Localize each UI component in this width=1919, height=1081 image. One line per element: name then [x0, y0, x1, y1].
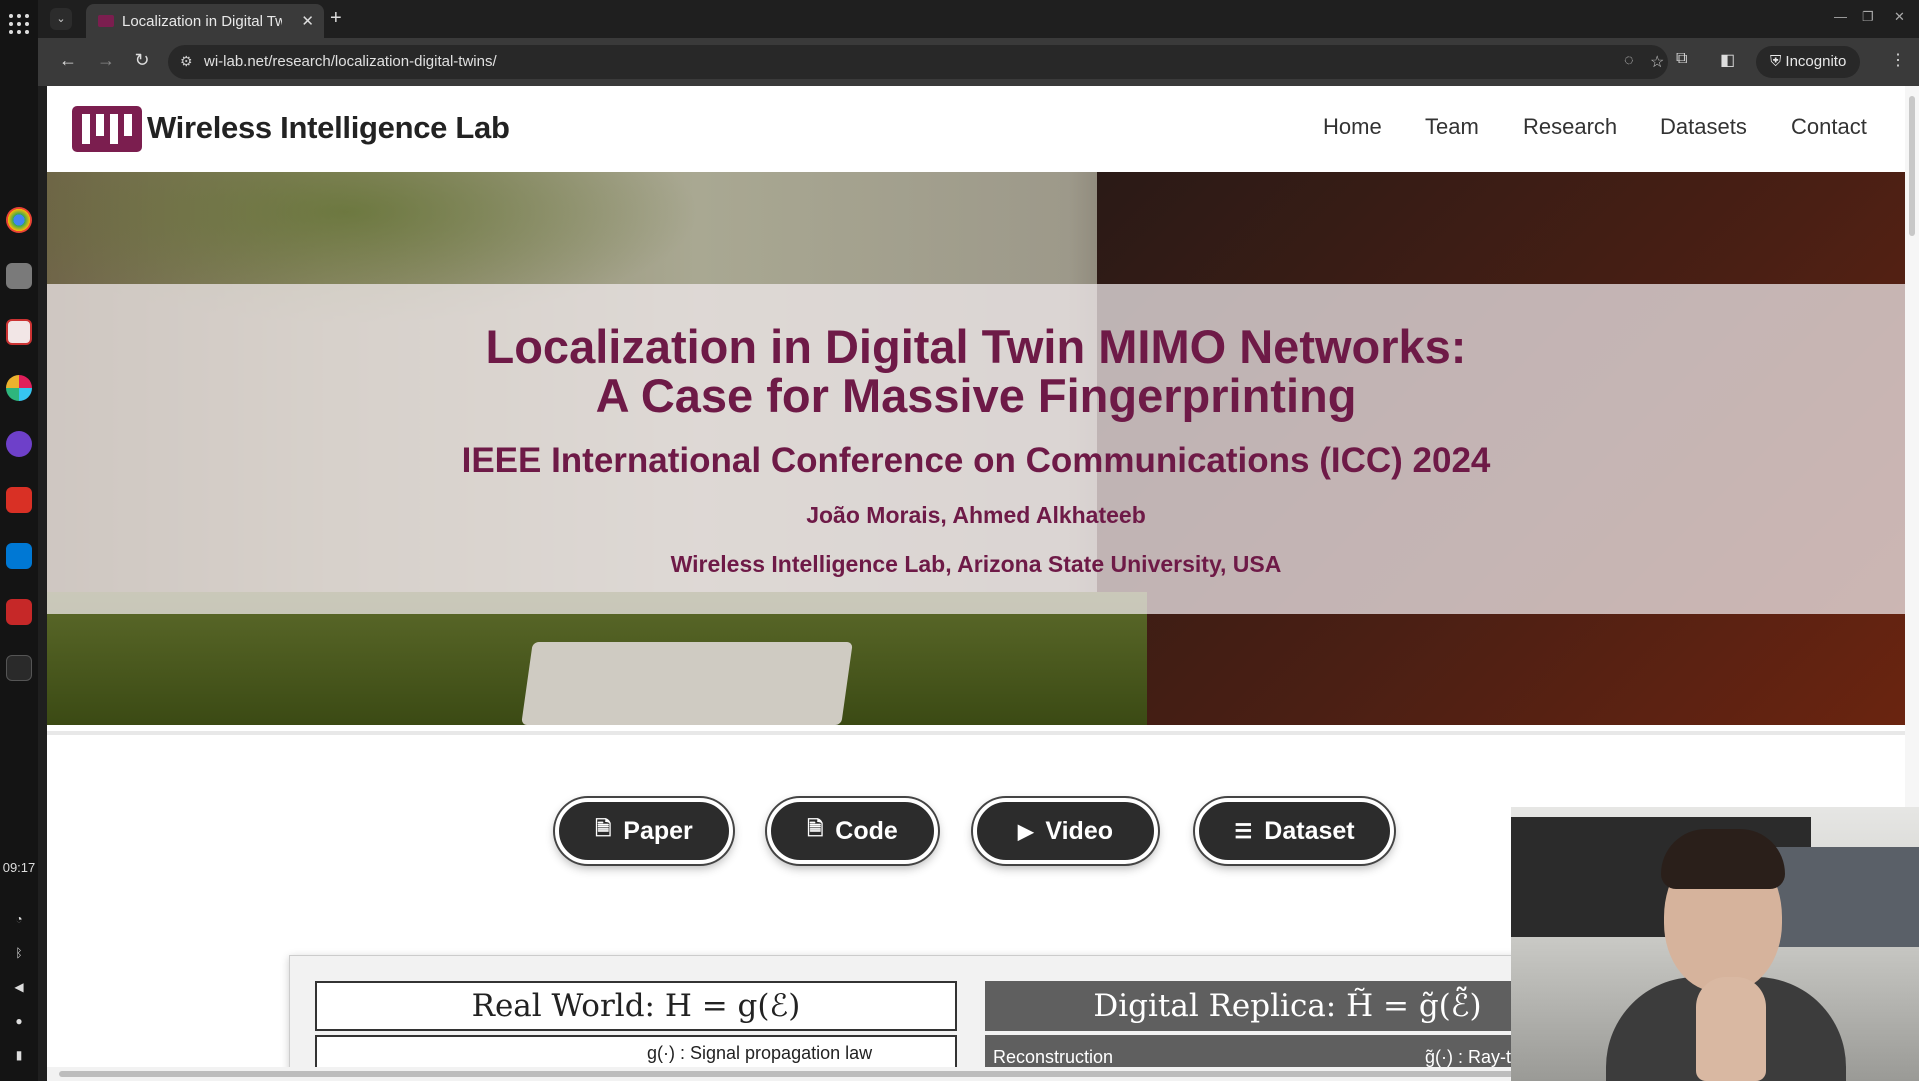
bluetooth-icon[interactable]: ᛒ [12, 946, 26, 960]
conference-name: IEEE International Conference on Communi… [461, 441, 1491, 480]
code-file-icon: 🗎 [807, 818, 824, 840]
nav-datasets[interactable]: Datasets [1660, 114, 1747, 140]
system-figure: Real World: H = g(ℰ) g(·) : Signal propa… [289, 955, 1590, 1081]
forward-icon[interactable]: → [94, 50, 118, 71]
side-panel-icon[interactable]: ◧ [1720, 50, 1735, 70]
slack-icon[interactable] [6, 375, 32, 401]
reconstruction-label: Reconstruction [993, 1047, 1114, 1067]
paper-button-label: Paper [623, 816, 693, 845]
microphone-icon[interactable]: ● [12, 1014, 26, 1028]
address-bar[interactable]: ⚙ wi-lab.net/research/localization-digit… [168, 45, 1668, 79]
nav-contact[interactable]: Contact [1791, 114, 1867, 140]
webcam-person-hands [1696, 977, 1766, 1081]
authors: João Morais, Ahmed Alkhateeb [806, 502, 1146, 528]
browser-toolbar: ← → ↻ ⚙ wi-lab.net/research/localization… [38, 38, 1919, 86]
dataset-button[interactable]: ☰ Dataset [1195, 798, 1394, 864]
tab-title: Localization in Digital Tw [122, 13, 282, 30]
pdf-icon: 🗎 [595, 818, 612, 840]
wi-lab-logo-icon[interactable] [72, 106, 142, 152]
app-launcher-icon[interactable] [9, 14, 29, 34]
signal-propagation-label: g(·) : Signal propagation law [647, 1043, 873, 1063]
paper-title-line1: Localization in Digital Twin MIMO Networ… [485, 320, 1467, 373]
incognito-icon: ⛨ [1770, 53, 1786, 70]
restore-icon[interactable]: ❐ [1862, 9, 1874, 25]
real-world-label: Real World: H = g(ℰ) [315, 981, 957, 1031]
files-icon[interactable] [6, 263, 32, 289]
code-button-label: Code [835, 816, 898, 845]
tab-close-icon[interactable]: ✕ [301, 12, 314, 30]
vertical-scroll-thumb[interactable] [1909, 96, 1915, 236]
extensions-icon[interactable]: ⧉ [1676, 50, 1687, 68]
youtube-icon: ▶ [1017, 820, 1034, 843]
url-text[interactable]: wi-lab.net/research/localization-digital… [204, 53, 497, 70]
digital-replica-label: Digital Replica: H̃ = g̃(ℰ̃) [985, 981, 1590, 1031]
new-tab-button[interactable]: + [330, 7, 342, 30]
battery-icon[interactable]: ▮ [12, 1048, 26, 1062]
chrome-icon[interactable] [6, 207, 32, 233]
bookmark-star-icon[interactable]: ☆ [1650, 52, 1664, 72]
code-button[interactable]: 🗎 Code [767, 798, 938, 864]
site-logo-text[interactable]: Wireless Intelligence Lab [147, 110, 510, 146]
webcam-person-hair [1661, 829, 1785, 889]
paper-title-line2: A Case for Massive Fingerprinting [595, 369, 1357, 422]
video-button-label: Video [1045, 816, 1113, 845]
back-icon[interactable]: ← [56, 50, 80, 71]
nav-home[interactable]: Home [1323, 114, 1382, 140]
wps-icon[interactable] [6, 599, 32, 625]
section-divider [47, 731, 1905, 735]
paper-button[interactable]: 🗎 Paper [555, 798, 733, 864]
tab-favicon [98, 15, 114, 27]
os-dock: 09:17 ◔ ᛒ ◀ ● ▮ [0, 0, 38, 1081]
reload-icon[interactable]: ↻ [130, 50, 154, 71]
nav-research[interactable]: Research [1523, 114, 1617, 140]
site-info-icon[interactable]: ⚙ [180, 53, 193, 70]
wifi-icon[interactable]: ◔ [12, 912, 26, 926]
webcam-background-monitor [1771, 847, 1919, 947]
zotero-icon[interactable] [6, 319, 32, 345]
site-header: Wireless Intelligence Lab Home Team Rese… [47, 86, 1905, 172]
vscode-icon[interactable] [6, 543, 32, 569]
hero-background-device [521, 642, 853, 725]
affiliation: Wireless Intelligence Lab, Arizona State… [670, 551, 1282, 577]
video-button[interactable]: ▶ Video [973, 798, 1158, 864]
minimize-icon[interactable]: — [1834, 9, 1847, 24]
ray-tracing-label: g̃(·) : Ray-t [1425, 1047, 1512, 1067]
database-icon: ☰ [1234, 820, 1253, 843]
paper-title: Localization in Digital Twin MIMO Networ… [47, 322, 1905, 420]
hero-banner: Localization in Digital Twin MIMO Networ… [47, 172, 1905, 725]
os-clock: 09:17 [2, 860, 36, 875]
dataset-button-label: Dataset [1264, 816, 1355, 845]
nav-team[interactable]: Team [1425, 114, 1479, 140]
menu-icon[interactable]: ⋮ [1890, 50, 1906, 70]
active-tab[interactable]: Localization in Digital Tw ✕ [86, 4, 324, 38]
webcam-overlay [1511, 807, 1919, 1081]
tab-bar: ⌄ Localization in Digital Tw ✕ + — ❐ ✕ [38, 0, 1919, 38]
volume-icon[interactable]: ◀ [12, 980, 26, 994]
github-icon[interactable] [6, 431, 32, 457]
eye-off-icon[interactable]: ◌ [1624, 52, 1634, 70]
window-close-icon[interactable]: ✕ [1894, 9, 1905, 25]
system-monitor-icon[interactable] [6, 655, 32, 681]
incognito-indicator[interactable]: ⛨ Incognito [1756, 46, 1861, 78]
incognito-label: Incognito [1785, 53, 1847, 70]
tab-search-dropdown[interactable]: ⌄ [50, 8, 72, 30]
gmail-icon[interactable] [6, 487, 32, 513]
